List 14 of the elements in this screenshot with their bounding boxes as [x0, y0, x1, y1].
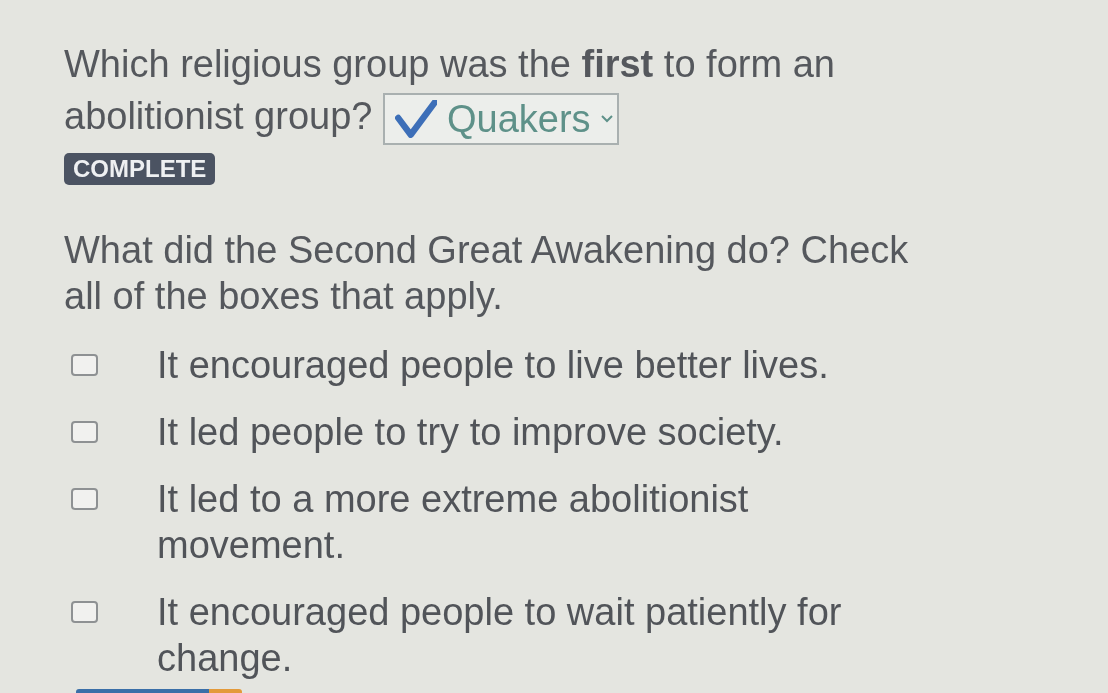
- option-label: It encouraged people to live better lives.: [157, 342, 830, 388]
- question-text: What did the Second Great Awakening do? Check all of the boxes that apply.: [64, 227, 910, 319]
- question-text: Which religious group was the first to form an abolitionist group? Quakers: [64, 38, 944, 145]
- option-label: It led to a more extreme abolitionist movement.: [157, 476, 750, 568]
- answer-dropdown[interactable]: Quakers: [383, 92, 619, 145]
- partial-button[interactable]: [76, 689, 242, 693]
- checkbox[interactable]: [71, 353, 98, 376]
- checkbox[interactable]: [71, 420, 98, 443]
- checkbox[interactable]: [71, 487, 98, 510]
- option-label: It led people to try to improve society.: [157, 409, 785, 455]
- chevron-down-icon: [600, 114, 613, 123]
- checkbox[interactable]: [71, 600, 98, 623]
- status-badge: COMPLETE: [64, 152, 216, 185]
- option-label: It encouraged people to wait patiently for change.: [157, 589, 843, 681]
